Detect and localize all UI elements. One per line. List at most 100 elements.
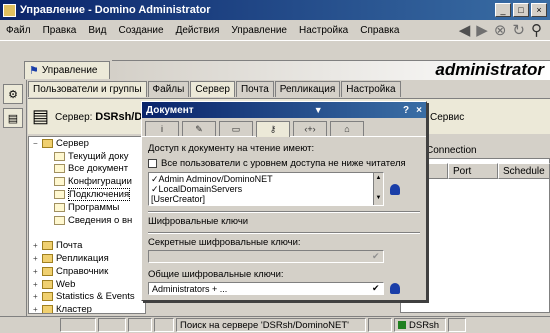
- readers-listbox[interactable]: ✓Admin Adminov/DominoNET ✓LocalDomainSer…: [148, 172, 384, 206]
- people-icon[interactable]: [389, 283, 400, 294]
- expand-icon[interactable]: +: [33, 305, 42, 313]
- status-cell: [368, 318, 392, 332]
- expand-icon[interactable]: +: [33, 241, 42, 250]
- dialog-title-bar[interactable]: Документ ▼ ? ×: [142, 102, 426, 118]
- tree-item-label: Конфигурации: [68, 176, 132, 188]
- status-server[interactable]: DSRsh: [394, 318, 446, 332]
- all-readers-label: Все пользователи с уровнем доступа не ни…: [161, 158, 406, 169]
- tree-item[interactable]: − Сервер: [29, 137, 145, 150]
- dialog-body: Доступ к документу на чтение имеют: Все …: [142, 136, 426, 299]
- tree-item[interactable]: Сведения о вн: [29, 214, 145, 227]
- expand-icon[interactable]: +: [33, 292, 42, 301]
- bookmark-icon[interactable]: ▤: [3, 108, 23, 128]
- search-icon[interactable]: ⚲: [531, 21, 542, 39]
- status-cell: [128, 318, 152, 332]
- tab-users-groups[interactable]: Пользователи и группы: [28, 81, 147, 97]
- menu-view[interactable]: Вид: [88, 25, 106, 36]
- help-button[interactable]: ?: [403, 105, 409, 116]
- tree-item[interactable]: + Кластер: [29, 303, 145, 313]
- status-cell: [448, 318, 466, 332]
- tree-item-label: Сведения о вн: [68, 214, 133, 226]
- public-keys-label: Общие шифровальные ключи:: [148, 269, 284, 280]
- menu-file[interactable]: Файл: [6, 25, 31, 36]
- forward-arrow-icon[interactable]: ▶: [476, 21, 488, 39]
- refresh-icon[interactable]: ↻: [512, 21, 525, 39]
- folder-icon: [42, 279, 53, 289]
- tree-item[interactable]: Конфигурации: [29, 175, 145, 188]
- menu-administration[interactable]: Управление: [231, 25, 287, 36]
- status-cell: [154, 318, 174, 332]
- divider: [148, 211, 420, 213]
- public-keys-field[interactable]: Administrators + ...: [148, 282, 384, 295]
- tab-meta-icon[interactable]: ⌂: [330, 121, 364, 136]
- tree-item[interactable]: + Statistics & Events: [29, 291, 145, 304]
- stop-icon[interactable]: ⊗: [494, 21, 507, 39]
- menu-create[interactable]: Создание: [118, 25, 163, 36]
- tree-item[interactable]: + Web: [29, 278, 145, 291]
- dialog-close-button[interactable]: ×: [416, 105, 422, 116]
- server-name: DSRsh/D: [95, 110, 143, 123]
- expand-icon[interactable]: +: [33, 267, 42, 276]
- status-cell: [60, 318, 96, 332]
- tree-item[interactable]: + Справочник: [29, 265, 145, 278]
- tab-info-icon[interactable]: i: [145, 121, 179, 136]
- menu-edit[interactable]: Правка: [43, 25, 77, 36]
- tab-configuration[interactable]: Настройка: [341, 81, 401, 97]
- tab-html-icon[interactable]: ‹+›: [293, 121, 327, 136]
- maximize-button[interactable]: □: [513, 3, 529, 17]
- tree-item[interactable]: Программы: [29, 201, 145, 214]
- app-heading: administrator: [435, 60, 544, 79]
- menu-help[interactable]: Справка: [360, 25, 399, 36]
- tree-item[interactable]: [29, 227, 145, 240]
- view-tab-label: Управление: [41, 65, 98, 76]
- list-item[interactable]: ✓Admin Adminov/DominoNET: [151, 174, 381, 184]
- back-arrow-icon[interactable]: ◀: [459, 21, 471, 39]
- left-toolbar: ⚙ ▤: [0, 80, 27, 325]
- folder-icon: [42, 138, 53, 148]
- folder-icon: [42, 305, 53, 313]
- app-icon: [3, 3, 16, 17]
- server-list-icon[interactable]: ⚙: [3, 84, 23, 104]
- tree-item[interactable]: Подключения: [29, 188, 145, 202]
- listbox-scrollbar[interactable]: ▲ ▼: [373, 173, 383, 205]
- folder-icon: [42, 292, 53, 302]
- view-icon: [54, 190, 65, 200]
- dropdown-check-icon[interactable]: ✔: [372, 283, 380, 294]
- tab-security-key-icon[interactable]: ⚷: [256, 120, 290, 137]
- tree-item[interactable]: + Репликация: [29, 252, 145, 265]
- tree-item-label: Сервер: [56, 137, 89, 149]
- close-button[interactable]: ×: [531, 3, 547, 17]
- tree-item[interactable]: + Почта: [29, 239, 145, 252]
- menu-actions[interactable]: Действия: [176, 25, 220, 36]
- all-readers-checkbox[interactable]: [148, 159, 157, 168]
- tab-files[interactable]: Файлы: [147, 81, 190, 97]
- expand-icon[interactable]: +: [33, 280, 42, 289]
- collapse-icon[interactable]: −: [33, 139, 42, 148]
- minimize-button[interactable]: _: [495, 3, 511, 17]
- people-icon[interactable]: [390, 183, 400, 195]
- tree-item-label: Справочник: [56, 265, 109, 277]
- tree-item[interactable]: Текущий доку: [29, 150, 145, 163]
- menu-configuration[interactable]: Настройка: [299, 25, 348, 36]
- tab-print-icon[interactable]: ▭: [219, 121, 253, 136]
- tree-item[interactable]: Все документ: [29, 163, 145, 176]
- tab-fields-icon[interactable]: ✎: [182, 121, 216, 136]
- tab-administration-view[interactable]: ⚑ Управление: [24, 61, 110, 79]
- tab-mail[interactable]: Почта: [235, 81, 274, 97]
- tree-item-label: Все документ: [68, 163, 129, 175]
- tab-replication[interactable]: Репликация: [274, 81, 341, 97]
- column-schedule[interactable]: Schedule: [498, 163, 550, 179]
- expand-icon[interactable]: +: [33, 254, 42, 263]
- list-item[interactable]: [UserCreator]: [151, 194, 381, 204]
- tree-item-label: Statistics & Events: [56, 291, 135, 303]
- dialog-dropdown-icon[interactable]: ▼: [314, 105, 323, 115]
- tree-item-label: Программы: [68, 201, 120, 213]
- list-item[interactable]: ✓LocalDomainServers: [151, 184, 381, 194]
- folder-icon: [42, 254, 53, 264]
- column-port[interactable]: Port: [448, 163, 498, 179]
- tree-item-label: Подключения: [68, 188, 131, 202]
- tree-item-label: Репликация: [56, 253, 109, 265]
- navigation-tree: − Сервер Текущий доку Все документ Конфигура…: [28, 136, 146, 314]
- service-label[interactable]: Сервис: [430, 112, 464, 123]
- tab-server[interactable]: Сервер: [190, 81, 235, 97]
